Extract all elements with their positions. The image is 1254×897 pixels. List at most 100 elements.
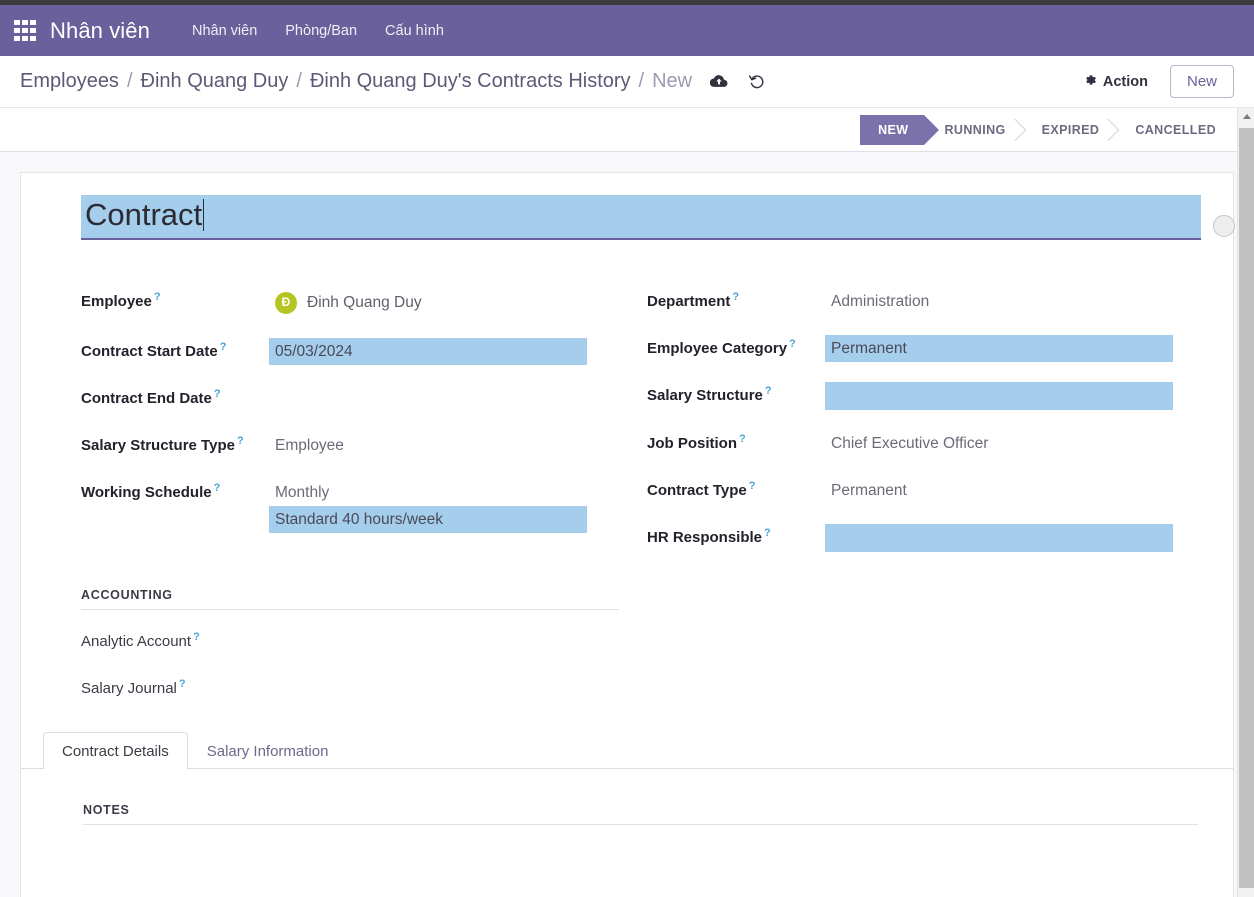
field-analytic-account-label: Analytic Account? (81, 628, 269, 650)
tab-contract-details[interactable]: Contract Details (43, 732, 188, 769)
field-contract-type: Contract Type? Permanent (647, 477, 1173, 504)
form-sheet-container: Contract Employee? Đ Đinh Quang Duy (0, 152, 1254, 897)
contract-reference-input[interactable]: Contract (81, 195, 1201, 240)
field-working-schedule-suggestion[interactable]: Standard 40 hours/week (269, 506, 587, 533)
notes-section-title: NOTES (83, 803, 1198, 825)
breadcrumb-item-employees[interactable]: Employees (20, 70, 119, 93)
field-contract-type-value[interactable]: Permanent (825, 477, 1173, 504)
field-employee-category: Employee Category? Permanent (647, 335, 1173, 362)
avatar: Đ (275, 292, 297, 314)
form-column-right: Department? Administration Employee Cate… (627, 288, 1173, 572)
statusbar-row: NEW RUNNING EXPIRED CANCELLED (0, 108, 1254, 152)
help-icon[interactable]: ? (749, 480, 756, 492)
status-expired[interactable]: EXPIRED (1022, 115, 1116, 145)
undo-icon[interactable] (748, 73, 766, 91)
field-contract-start-date-value[interactable]: 05/03/2024 (269, 338, 587, 365)
help-icon[interactable]: ? (193, 631, 200, 643)
app-brand-title[interactable]: Nhân viên (50, 18, 150, 44)
contract-title-row: Contract (61, 195, 1193, 240)
field-contract-end-date-label: Contract End Date? (81, 385, 269, 407)
navbar-menu: Nhân viên Phòng/Ban Cấu hình (178, 17, 458, 45)
field-salary-structure-label: Salary Structure? (647, 382, 825, 404)
field-working-schedule-label: Working Schedule? (81, 479, 269, 501)
field-employee-category-label: Employee Category? (647, 335, 825, 357)
field-department: Department? Administration (647, 288, 1173, 315)
breadcrumb-separator: / (127, 70, 133, 93)
help-icon[interactable]: ? (220, 341, 227, 353)
form-sheet: Contract Employee? Đ Đinh Quang Duy (20, 172, 1234, 897)
field-working-schedule-value[interactable]: Monthly (269, 479, 587, 506)
breadcrumb: Employees / Đinh Quang Duy / Đinh Quang … (20, 70, 692, 93)
field-analytic-account-value[interactable] (269, 628, 1173, 655)
breadcrumb-item-employee-name[interactable]: Đinh Quang Duy (141, 70, 289, 93)
tab-salary-information[interactable]: Salary Information (188, 732, 348, 769)
field-salary-structure: Salary Structure? (647, 382, 1173, 410)
field-employee-category-value[interactable]: Permanent (825, 335, 1173, 362)
status-cancelled[interactable]: CANCELLED (1115, 115, 1232, 145)
control-panel-right: Action New (1077, 65, 1234, 98)
field-job-position: Job Position? Chief Executive Officer (647, 430, 1173, 457)
help-icon[interactable]: ? (179, 678, 186, 690)
help-icon[interactable]: ? (154, 291, 161, 303)
help-icon[interactable]: ? (739, 433, 746, 445)
control-panel: Employees / Đinh Quang Duy / Đinh Quang … (0, 56, 1254, 108)
field-working-schedule-values: Monthly Standard 40 hours/week (269, 479, 587, 533)
field-salary-structure-value[interactable] (825, 382, 1173, 410)
field-employee: Employee? Đ Đinh Quang Duy (81, 288, 587, 318)
field-job-position-label: Job Position? (647, 430, 825, 452)
help-icon[interactable]: ? (765, 385, 772, 397)
field-contract-end-date: Contract End Date? (81, 385, 587, 412)
field-salary-structure-type-label: Salary Structure Type? (81, 432, 269, 454)
field-contract-start-date: Contract Start Date? 05/03/2024 (81, 338, 587, 365)
field-salary-journal: Salary Journal? (81, 675, 1173, 702)
new-record-button[interactable]: New (1170, 65, 1234, 98)
nav-item-employees[interactable]: Nhân viên (178, 17, 271, 45)
breadcrumb-item-new: New (652, 70, 692, 93)
help-icon[interactable]: ? (214, 482, 221, 494)
action-button[interactable]: Action (1077, 69, 1154, 95)
field-working-schedule: Working Schedule? Monthly Standard 40 ho… (81, 479, 587, 533)
field-employee-name: Đinh Quang Duy (307, 293, 422, 312)
help-icon[interactable]: ? (237, 435, 244, 447)
page-scrollbar[interactable] (1237, 108, 1254, 897)
field-contract-end-date-value[interactable] (269, 385, 587, 412)
record-avatar-placeholder[interactable] (1213, 215, 1235, 237)
help-icon[interactable]: ? (732, 291, 739, 303)
nav-item-departments[interactable]: Phòng/Ban (271, 17, 371, 45)
status-running[interactable]: RUNNING (924, 115, 1021, 145)
scrollbar-thumb[interactable] (1239, 128, 1254, 888)
field-hr-responsible: HR Responsible? (647, 524, 1173, 552)
help-icon[interactable]: ? (764, 527, 771, 539)
notebook-tabs: Contract Details Salary Information (21, 732, 1233, 769)
field-job-position-value[interactable]: Chief Executive Officer (825, 430, 1173, 457)
field-salary-journal-value[interactable] (269, 675, 1173, 702)
field-hr-responsible-value[interactable] (825, 524, 1173, 552)
app-navbar: Nhân viên Nhân viên Phòng/Ban Cấu hình (0, 5, 1254, 56)
field-contract-type-label: Contract Type? (647, 477, 825, 499)
breadcrumb-separator: / (296, 70, 302, 93)
apps-grid-icon[interactable] (14, 20, 36, 42)
cloud-upload-icon[interactable] (710, 74, 728, 89)
help-icon[interactable]: ? (214, 388, 221, 400)
field-employee-value[interactable]: Đ Đinh Quang Duy (269, 288, 587, 318)
field-department-value[interactable]: Administration (825, 288, 1173, 315)
field-analytic-account: Analytic Account? (81, 628, 1173, 655)
form-field-groups: Employee? Đ Đinh Quang Duy Contract Star… (61, 288, 1193, 572)
breadcrumb-item-contracts-history[interactable]: Đinh Quang Duy's Contracts History (310, 70, 631, 93)
field-contract-start-date-label: Contract Start Date? (81, 338, 269, 360)
gear-icon (1083, 73, 1097, 91)
field-hr-responsible-label: HR Responsible? (647, 524, 825, 546)
status-new[interactable]: NEW (860, 115, 924, 145)
accounting-section-title: ACCOUNTING (81, 588, 619, 610)
field-salary-journal-label: Salary Journal? (81, 675, 269, 697)
tab-pane-contract-details: NOTES (61, 769, 1193, 825)
accounting-section: ACCOUNTING Analytic Account? Salary Jour… (61, 588, 1193, 702)
nav-item-configuration[interactable]: Cấu hình (371, 17, 458, 45)
action-button-label: Action (1103, 74, 1148, 90)
help-icon[interactable]: ? (789, 338, 796, 350)
scroll-up-arrow-icon[interactable] (1238, 108, 1254, 125)
field-employee-label: Employee? (81, 288, 269, 310)
record-actions (710, 73, 766, 91)
field-salary-structure-type-value[interactable]: Employee (269, 432, 587, 459)
form-column-left: Employee? Đ Đinh Quang Duy Contract Star… (81, 288, 627, 572)
